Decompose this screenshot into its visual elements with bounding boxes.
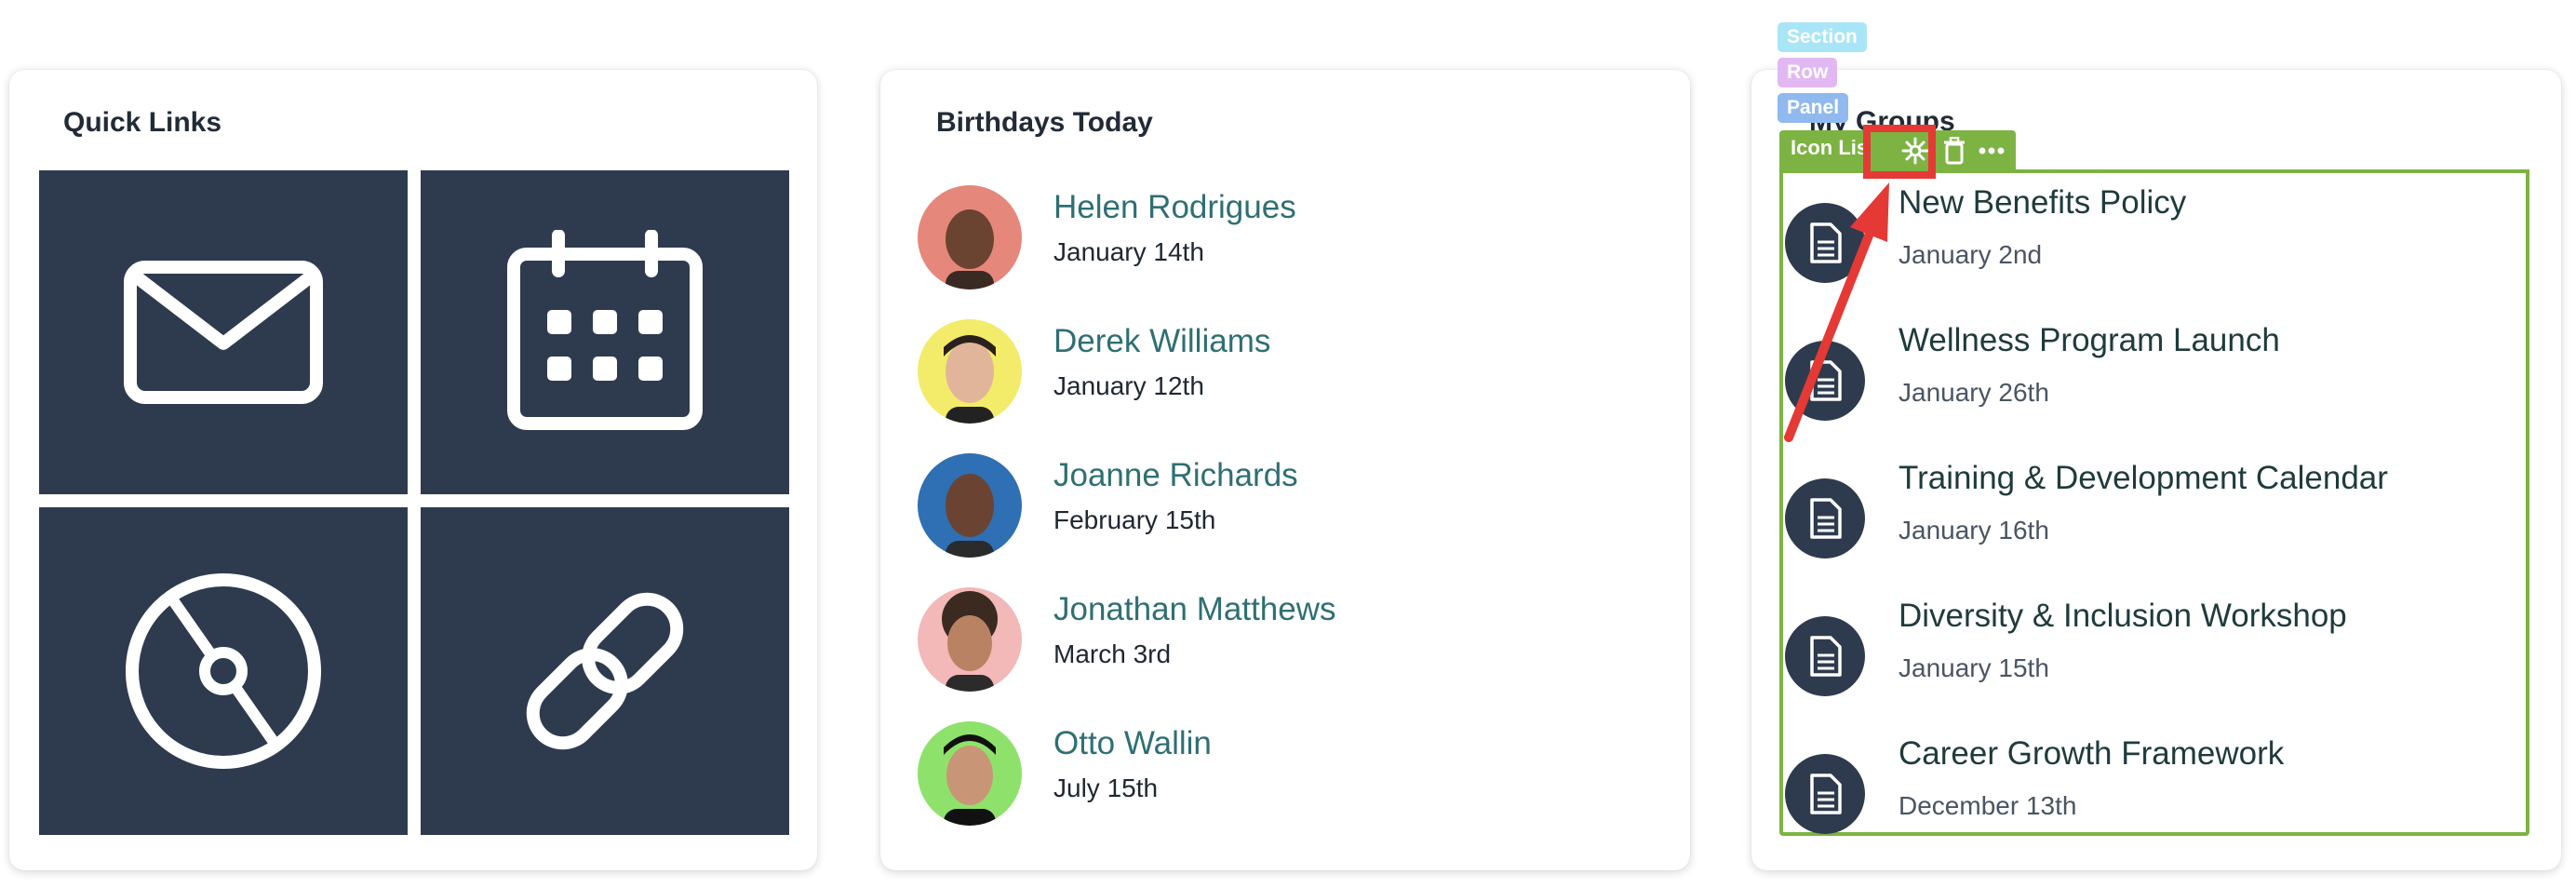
trash-icon <box>1944 137 1965 165</box>
section-badge[interactable]: Section <box>1778 22 1867 52</box>
birthday-date: February 15th <box>1053 505 1216 534</box>
birthday-name[interactable]: Jonathan Matthews <box>1053 591 1336 628</box>
delete-button[interactable] <box>1938 134 1971 168</box>
birthday-name[interactable]: Joanne Richards <box>1053 457 1298 494</box>
birthday-name[interactable]: Derek Williams <box>1053 323 1270 360</box>
birthday-item: Jonathan Matthews March 3rd <box>880 587 1690 699</box>
more-icon <box>1979 147 2005 155</box>
quick-link-calendar[interactable] <box>421 170 789 494</box>
document-icon <box>1785 478 1865 558</box>
toolbar-label: Icon Lis <box>1791 136 1869 159</box>
icon-list-toolbar: Icon Lis <box>1779 130 2016 171</box>
group-item[interactable]: Wellness Program Launch January 26th <box>1785 322 2511 460</box>
birthday-item: Joanne Richards February 15th <box>880 453 1690 565</box>
document-icon <box>1785 754 1865 834</box>
quick-links-title: Quick Links <box>63 107 222 138</box>
birthday-item: Helen Rodrigues January 14th <box>880 185 1690 297</box>
birthday-item: Otto Wallin July 15th <box>880 721 1690 833</box>
birthday-date: March 3rd <box>1053 639 1172 668</box>
birthday-name[interactable]: Helen Rodrigues <box>1053 189 1296 226</box>
gear-icon <box>1901 137 1929 165</box>
settings-button[interactable] <box>1898 134 1932 168</box>
group-item[interactable]: Diversity & Inclusion Workshop January 1… <box>1785 598 2511 735</box>
quick-links-card: Quick Links <box>9 70 817 870</box>
disc-icon <box>126 573 321 769</box>
avatar[interactable] <box>918 721 1022 826</box>
birthday-name[interactable]: Otto Wallin <box>1053 725 1212 762</box>
group-item-title: Diversity & Inclusion Workshop <box>1898 598 2347 634</box>
group-item-date: January 26th <box>1898 378 2049 407</box>
panel-badge[interactable]: Panel <box>1778 93 1849 123</box>
birthday-date: July 15th <box>1053 774 1159 802</box>
quick-link-mail[interactable] <box>39 170 408 494</box>
group-item-title: Wellness Program Launch <box>1898 322 2280 358</box>
avatar[interactable] <box>918 319 1022 424</box>
birthday-item: Derek Williams January 12th <box>880 319 1690 431</box>
document-icon <box>1785 341 1865 421</box>
group-item[interactable]: Career Growth Framework December 13th <box>1785 735 2511 873</box>
more-options-button[interactable] <box>1975 134 2008 168</box>
document-icon <box>1785 616 1865 696</box>
group-item-date: January 16th <box>1898 516 2049 545</box>
avatar[interactable] <box>918 185 1022 289</box>
document-icon <box>1785 203 1865 283</box>
link-icon <box>526 592 684 750</box>
avatar[interactable] <box>918 453 1022 558</box>
birthday-date: January 14th <box>1053 237 1204 266</box>
group-item[interactable]: Training & Development Calendar January … <box>1785 460 2511 598</box>
group-item[interactable]: New Benefits Policy January 2nd <box>1785 184 2511 322</box>
quick-link-link[interactable] <box>421 507 789 835</box>
quick-link-disc[interactable] <box>39 507 408 835</box>
group-item-title: Career Growth Framework <box>1898 735 2285 772</box>
birthday-date: January 12th <box>1053 371 1204 400</box>
avatar[interactable] <box>918 587 1022 692</box>
birthdays-title: Birthdays Today <box>936 107 1153 138</box>
group-item-date: January 2nd <box>1898 240 2043 269</box>
calendar-icon <box>507 230 703 430</box>
group-item-title: New Benefits Policy <box>1898 184 2187 221</box>
envelope-icon <box>124 261 323 404</box>
group-item-title: Training & Development Calendar <box>1898 460 2388 496</box>
group-item-date: December 13th <box>1898 791 2077 820</box>
birthdays-card: Birthdays Today Helen Rodrigues January … <box>880 70 1690 870</box>
group-item-date: January 15th <box>1898 653 2049 682</box>
row-badge[interactable]: Row <box>1778 58 1838 87</box>
